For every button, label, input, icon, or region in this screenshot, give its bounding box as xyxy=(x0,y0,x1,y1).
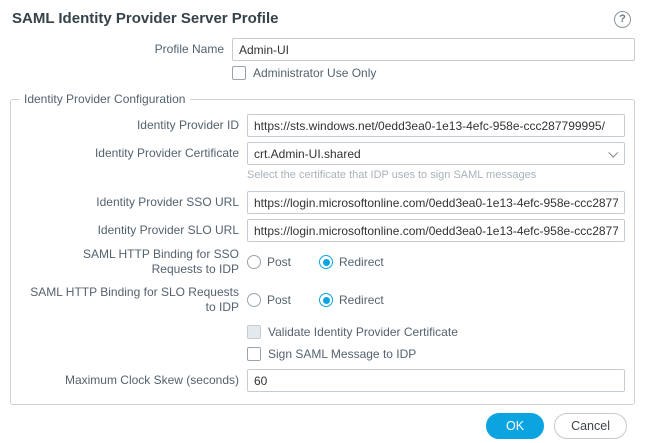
dialog-title: SAML Identity Provider Server Profile xyxy=(12,10,279,27)
saml-idp-profile-dialog: SAML Identity Provider Server Profile ? … xyxy=(0,0,645,439)
idp-slo-url-input[interactable] xyxy=(247,219,625,242)
idp-certificate-value: crt.Admin-UI.shared xyxy=(254,146,361,161)
checkbox-icon xyxy=(232,66,246,80)
profile-name-row: Profile Name xyxy=(10,38,635,61)
administrator-use-only-checkbox[interactable]: Administrator Use Only xyxy=(232,66,635,80)
clock-skew-input[interactable] xyxy=(247,369,625,392)
ok-button[interactable]: OK xyxy=(486,413,545,439)
cancel-button[interactable]: Cancel xyxy=(554,413,627,439)
clock-skew-label: Maximum Clock Skew (seconds) xyxy=(64,373,239,387)
radio-icon xyxy=(247,293,261,307)
validate-cert-row: Validate Identity Provider Certificate xyxy=(20,325,625,339)
idp-id-input[interactable] xyxy=(247,114,625,137)
clock-skew-row: Maximum Clock Skew (seconds) xyxy=(20,369,625,392)
administrator-use-only-label: Administrator Use Only xyxy=(253,66,377,80)
sso-binding-label: SAML HTTP Binding for SSO Requests to ID… xyxy=(82,247,239,276)
idp-certificate-row: Identity Provider Certificate crt.Admin-… xyxy=(20,142,625,165)
idp-sso-url-input[interactable] xyxy=(247,191,625,214)
slo-binding-post-radio[interactable]: Post xyxy=(247,293,291,307)
idp-certificate-hint: Select the certificate that IDP uses to … xyxy=(247,169,537,181)
idp-certificate-select[interactable]: crt.Admin-UI.shared xyxy=(247,142,625,165)
slo-binding-post-label: Post xyxy=(267,293,292,307)
slo-binding-label: SAML HTTP Binding for SLO Requests to ID… xyxy=(30,285,239,314)
slo-binding-row: SAML HTTP Binding for SLO Requests to ID… xyxy=(20,285,625,315)
slo-binding-options: Post Redirect xyxy=(247,293,625,307)
slo-binding-redirect-radio[interactable]: Redirect xyxy=(319,293,384,307)
idp-sso-url-row: Identity Provider SSO URL xyxy=(20,191,625,214)
validate-idp-certificate-checkbox: Validate Identity Provider Certificate xyxy=(247,325,625,339)
validate-idp-certificate-label: Validate Identity Provider Certificate xyxy=(268,325,458,339)
help-icon[interactable]: ? xyxy=(614,11,631,28)
sso-binding-redirect-radio[interactable]: Redirect xyxy=(319,255,384,269)
dialog-header: SAML Identity Provider Server Profile ? xyxy=(10,10,635,28)
sign-saml-row: Sign SAML Message to IDP xyxy=(20,347,625,361)
sign-saml-message-label: Sign SAML Message to IDP xyxy=(268,347,417,361)
identity-provider-configuration-group: Identity Provider Configuration Identity… xyxy=(10,92,635,405)
idp-slo-url-row: Identity Provider SLO URL xyxy=(20,219,625,242)
radio-icon xyxy=(319,255,334,269)
idp-sso-url-label: Identity Provider SSO URL xyxy=(96,195,239,209)
sso-binding-post-radio[interactable]: Post xyxy=(247,255,291,269)
idp-id-label: Identity Provider ID xyxy=(136,118,239,132)
radio-icon xyxy=(319,293,334,307)
admin-only-row: Administrator Use Only xyxy=(10,66,635,80)
idp-id-row: Identity Provider ID xyxy=(20,114,625,137)
checkbox-icon xyxy=(247,325,261,339)
checkbox-icon xyxy=(247,347,261,361)
dialog-footer: OK Cancel xyxy=(10,405,635,443)
radio-icon xyxy=(247,255,261,269)
chevron-down-icon xyxy=(608,147,619,158)
sso-binding-post-label: Post xyxy=(267,255,292,269)
sign-saml-message-checkbox[interactable]: Sign SAML Message to IDP xyxy=(247,347,625,361)
slo-binding-redirect-label: Redirect xyxy=(339,293,384,307)
sso-binding-redirect-label: Redirect xyxy=(339,255,384,269)
idp-certificate-hint-row: Select the certificate that IDP uses to … xyxy=(20,167,625,191)
profile-name-label: Profile Name xyxy=(154,42,224,56)
idp-certificate-label: Identity Provider Certificate xyxy=(94,146,239,160)
idp-slo-url-label: Identity Provider SLO URL xyxy=(97,223,239,237)
sso-binding-options: Post Redirect xyxy=(247,255,625,269)
profile-name-input[interactable] xyxy=(232,38,635,61)
sso-binding-row: SAML HTTP Binding for SSO Requests to ID… xyxy=(20,247,625,277)
identity-provider-configuration-legend: Identity Provider Configuration xyxy=(19,92,191,106)
